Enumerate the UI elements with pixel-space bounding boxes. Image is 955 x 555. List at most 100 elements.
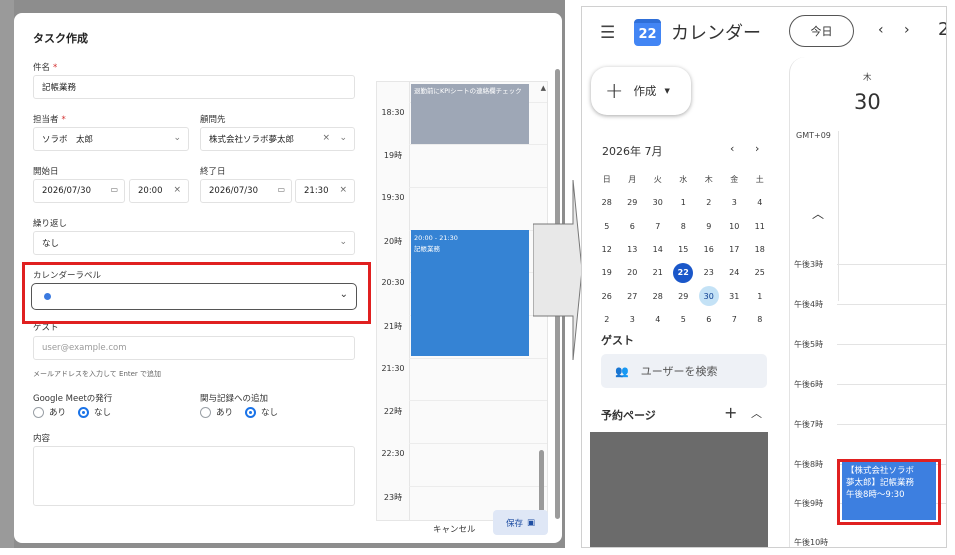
- calendar-icon[interactable]: ▭: [110, 185, 118, 194]
- booking-page-title: 予約ページ: [601, 409, 656, 422]
- mini-calendar-day[interactable]: 6: [696, 309, 722, 329]
- weekday-label: 木: [704, 175, 713, 185]
- start-date-input[interactable]: 2026/07/30 ▭: [33, 179, 125, 203]
- mini-calendar-day[interactable]: 13: [620, 240, 646, 260]
- calendar-label-select[interactable]: ⌄: [31, 283, 357, 310]
- timeline-hour: 19:30: [381, 193, 405, 202]
- subject-input[interactable]: 記帳業務: [33, 75, 355, 99]
- mini-calendar-day[interactable]: 4: [645, 309, 671, 329]
- mini-calendar-day[interactable]: 27: [620, 286, 646, 306]
- mini-calendar-day[interactable]: 1: [747, 286, 773, 306]
- mini-calendar-day[interactable]: 12: [594, 240, 620, 260]
- mini-calendar-day[interactable]: 11: [747, 216, 773, 236]
- clear-icon[interactable]: ×: [322, 133, 330, 143]
- meet-yes-label: あり: [49, 408, 67, 418]
- mini-calendar-day[interactable]: 29: [620, 193, 646, 213]
- mini-calendar-day[interactable]: 1: [671, 193, 697, 213]
- mini-calendar-day[interactable]: 3: [620, 309, 646, 329]
- chevron-up-icon[interactable]: ︿: [812, 205, 824, 222]
- meet-radio-no[interactable]: [78, 406, 90, 418]
- timeline-hour: 20時: [383, 237, 403, 246]
- clear-icon[interactable]: ×: [339, 185, 347, 195]
- mini-calendar-day[interactable]: 9: [696, 216, 722, 236]
- mini-calendar-day[interactable]: 8: [747, 309, 773, 329]
- timeline-hour: 20:30: [381, 278, 405, 287]
- chevron-down-icon[interactable]: ⌄: [339, 133, 347, 143]
- mini-calendar-day[interactable]: 25: [747, 263, 773, 283]
- mini-calendar-day[interactable]: 5: [671, 309, 697, 329]
- end-date-label: 終了日: [200, 167, 226, 177]
- assignee-select[interactable]: ソラボ 太郎 ⌄: [33, 127, 189, 151]
- collapse-icon[interactable]: ︿: [751, 405, 762, 421]
- timeline-event-title: 記帳業務: [414, 245, 440, 253]
- menu-icon[interactable]: ☰: [600, 23, 615, 43]
- end-date-input[interactable]: 2026/07/30 ▭: [200, 179, 292, 203]
- guest-email-input[interactable]: user@example.com: [33, 336, 355, 360]
- create-button[interactable]: + 作成 ▼: [591, 67, 691, 115]
- calendar-icon[interactable]: ▭: [277, 185, 285, 194]
- end-time-input[interactable]: 21:30 ×: [295, 179, 355, 203]
- mini-calendar-day[interactable]: 7: [645, 216, 671, 236]
- mini-calendar-day[interactable]: 28: [645, 286, 671, 306]
- prev-period-icon[interactable]: ‹: [878, 22, 884, 38]
- mini-calendar-day[interactable]: 2: [594, 309, 620, 329]
- mini-calendar-day[interactable]: 30: [696, 286, 722, 307]
- next-period-icon[interactable]: ›: [904, 22, 910, 38]
- mini-calendar-day[interactable]: 7: [722, 309, 748, 329]
- scroll-up-icon[interactable]: ▲: [541, 84, 546, 92]
- mini-next-icon[interactable]: ›: [755, 142, 759, 155]
- today-button[interactable]: 今日: [789, 15, 854, 47]
- mini-calendar-day[interactable]: 26: [594, 286, 620, 306]
- mini-calendar-day[interactable]: 29: [671, 286, 697, 306]
- mini-calendar-day[interactable]: 23: [696, 263, 722, 283]
- timeline-hour: 18:30: [381, 108, 405, 117]
- user-search-input[interactable]: 👥 ユーザーを検索: [601, 354, 767, 388]
- meet-label: Google Meetの発行: [33, 394, 113, 404]
- mini-prev-icon[interactable]: ‹: [730, 142, 734, 155]
- mini-calendar-day[interactable]: 22: [671, 262, 697, 283]
- timeline-panel: 18:30 19時 19:30 20時 20:30 21時 21:30 22時 …: [376, 81, 548, 521]
- calendar-app: ☰ 22 カレンダー 今日 ‹ › 2 + 作成 ▼ 2026年 7月 ‹ › …: [581, 6, 947, 548]
- day-number[interactable]: 30: [854, 90, 881, 114]
- relation-radio-group: あり なし: [200, 406, 278, 418]
- save-button[interactable]: 保存 ▣: [493, 510, 548, 535]
- timeline-event-kpi[interactable]: 退勤前にKPIシートの連絡欄チェック: [411, 84, 529, 144]
- mini-calendar-day[interactable]: 20: [620, 263, 646, 283]
- start-time-input[interactable]: 20:00 ×: [129, 179, 189, 203]
- mini-calendar-day[interactable]: 6: [620, 216, 646, 236]
- client-select[interactable]: 株式会社ソラボ夢太郎 × ⌄: [200, 127, 355, 151]
- content-textarea[interactable]: [33, 446, 355, 506]
- weekday-label: 土: [755, 175, 764, 185]
- chevron-down-icon: ⌄: [173, 133, 181, 143]
- mini-calendar-day[interactable]: 16: [696, 240, 722, 260]
- mini-calendar-day[interactable]: 24: [722, 263, 748, 283]
- relation-radio-yes[interactable]: [200, 406, 211, 418]
- meet-radio-yes[interactable]: [33, 406, 44, 418]
- mini-calendar-day[interactable]: 2: [696, 193, 722, 213]
- clear-icon[interactable]: ×: [173, 185, 181, 195]
- mini-calendar-day[interactable]: 18: [747, 240, 773, 260]
- repeat-select[interactable]: なし ⌄: [33, 231, 355, 255]
- mini-calendar-day[interactable]: 21: [645, 263, 671, 283]
- mini-calendar-day[interactable]: 28: [594, 193, 620, 213]
- screenshot-root: タスク作成 件名 * 記帳業務 担当者 * ソラボ 太郎 ⌄ 顧問先 株式会社ソラボ夢…: [0, 0, 955, 555]
- mini-calendar-day[interactable]: 8: [671, 216, 697, 236]
- mini-calendar-day[interactable]: 14: [645, 240, 671, 260]
- mini-calendar-day[interactable]: 15: [671, 240, 697, 260]
- mini-calendar-day[interactable]: 4: [747, 193, 773, 213]
- relation-radio-no[interactable]: [245, 406, 257, 418]
- mini-calendar-day[interactable]: 17: [722, 240, 748, 260]
- add-booking-icon[interactable]: +: [724, 403, 737, 422]
- mini-calendar-day[interactable]: 5: [594, 216, 620, 236]
- mini-calendar-day[interactable]: 31: [722, 286, 748, 306]
- mini-calendar-day[interactable]: 10: [722, 216, 748, 236]
- cancel-button[interactable]: キャンセル: [433, 523, 476, 535]
- calendar-event[interactable]: 【株式会社ソラボ 夢太郎】記帳業務 午後8時～9:30: [842, 462, 936, 520]
- timeline-event-bookkeeping[interactable]: 20:00 - 21:30 記帳業務: [411, 230, 529, 356]
- label-color-dot: [44, 293, 51, 300]
- mini-calendar-day[interactable]: 30: [645, 193, 671, 213]
- mini-calendar-day[interactable]: 3: [722, 193, 748, 213]
- mini-calendar-day[interactable]: 19: [594, 263, 620, 283]
- timeline-hour: 22時: [383, 407, 403, 416]
- mini-calendar-week: 5 6 7 8 9 10 11: [594, 215, 774, 238]
